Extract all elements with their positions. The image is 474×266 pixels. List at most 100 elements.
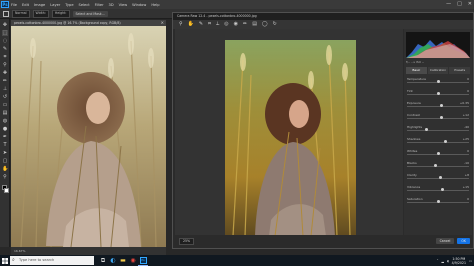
move-tool-icon[interactable]: ✥ <box>2 22 8 28</box>
straighten-tool-icon[interactable]: ⟂ <box>216 20 219 29</box>
menu-image[interactable]: Image <box>34 3 45 7</box>
zoom-select[interactable]: 25% <box>179 237 195 245</box>
menu-filter[interactable]: Filter <box>95 3 104 7</box>
tab-calibration[interactable]: Calibration <box>427 67 449 74</box>
slider-thumb[interactable] <box>438 176 442 179</box>
brush-tool-icon[interactable]: ✏ <box>243 20 247 29</box>
slider-track[interactable] <box>407 142 469 143</box>
menu-file[interactable]: File <box>11 3 17 7</box>
pen-tool-icon[interactable]: ✒ <box>2 134 8 140</box>
crop-tool-icon[interactable]: ⌗ <box>2 54 8 60</box>
background-color-swatch[interactable] <box>4 188 9 193</box>
slider-thumb[interactable] <box>440 188 444 191</box>
slider-shadows[interactable]: Shadows +25 <box>407 137 469 145</box>
slider-thumb[interactable] <box>436 80 440 83</box>
gradient-tool-icon[interactable]: ▤ <box>2 110 8 116</box>
menu-type[interactable]: Type <box>65 3 73 7</box>
healing-tool-icon[interactable]: ✚ <box>2 70 8 76</box>
notification-icon[interactable]: ▭ <box>469 259 472 263</box>
menu-3d[interactable]: 3D <box>109 3 114 7</box>
chevron-up-icon[interactable]: ˄ <box>437 259 439 263</box>
slider-value[interactable]: -40 <box>464 125 469 129</box>
white-balance-tool-icon[interactable]: ✎ <box>199 20 203 29</box>
marquee-tool-icon[interactable] <box>3 10 9 17</box>
radial-filter-icon[interactable]: ◯ <box>262 20 268 29</box>
slider-value[interactable]: 0 <box>467 77 469 81</box>
tab-presets[interactable]: Presets <box>449 67 471 74</box>
photoshop-taskbar-icon[interactable]: Ps <box>138 255 148 266</box>
slider-value[interactable]: 0 <box>467 89 469 93</box>
close-button[interactable]: ✕ <box>468 1 472 7</box>
volume-icon[interactable]: ◖ <box>447 259 449 263</box>
zoom-tool-icon[interactable]: ⚲ <box>2 174 8 180</box>
slider-track[interactable] <box>407 178 469 179</box>
slider-value[interactable]: +0.35 <box>460 101 469 105</box>
select-and-mask-button[interactable]: Select and Mask... <box>72 10 108 17</box>
graduated-filter-icon[interactable]: ▤ <box>252 20 257 29</box>
slider-thumb[interactable] <box>436 200 440 203</box>
slider-whites[interactable]: Whites 0 <box>407 149 469 157</box>
slider-highlights[interactable]: Highlights -40 <box>407 125 469 133</box>
brush-tool-icon[interactable]: ✏ <box>2 78 8 84</box>
clock[interactable]: 1:50 PM 4/9/2021 <box>452 257 466 265</box>
slider-saturation[interactable]: Saturation 0 <box>407 197 469 205</box>
slider-value[interactable]: -10 <box>464 161 469 165</box>
dodge-tool-icon[interactable]: ● <box>2 126 8 132</box>
red-eye-tool-icon[interactable]: ◉ <box>234 20 238 29</box>
slider-thumb[interactable] <box>433 164 437 167</box>
slider-value[interactable]: +8 <box>465 173 469 177</box>
hand-tool-icon[interactable]: ✋ <box>188 20 194 29</box>
slider-contrast[interactable]: Contrast +12 <box>407 113 469 121</box>
slider-blacks[interactable]: Blacks -10 <box>407 161 469 169</box>
stamp-tool-icon[interactable]: ⊥ <box>2 86 8 92</box>
slider-track[interactable] <box>407 130 469 131</box>
style-select[interactable]: Normal <box>12 9 30 18</box>
slider-vibrance[interactable]: Vibrance +15 <box>407 185 469 193</box>
edge-icon[interactable]: ◐ <box>108 255 118 266</box>
menu-help[interactable]: Help <box>151 3 159 7</box>
document-canvas[interactable] <box>11 26 166 248</box>
slider-track[interactable] <box>407 118 469 119</box>
slider-value[interactable]: +12 <box>463 113 469 117</box>
slider-clarity[interactable]: Clarity +8 <box>407 173 469 181</box>
shape-tool-icon[interactable]: ▢ <box>2 158 8 164</box>
slider-thumb[interactable] <box>436 92 440 95</box>
slider-temperature[interactable]: Temperature 0 <box>407 77 469 85</box>
slider-track[interactable] <box>407 106 469 107</box>
ok-button[interactable]: OK <box>457 238 470 244</box>
slider-value[interactable]: +25 <box>463 137 469 141</box>
crop-tool-icon[interactable]: ⌗ <box>208 20 211 29</box>
eraser-tool-icon[interactable]: ▭ <box>2 102 8 108</box>
slider-track[interactable] <box>407 166 469 167</box>
slider-thumb[interactable] <box>436 152 440 155</box>
menu-select[interactable]: Select <box>79 3 90 7</box>
minimize-button[interactable]: — <box>446 1 451 7</box>
height-field[interactable]: Height: <box>51 9 70 18</box>
slider-value[interactable]: +15 <box>463 185 469 189</box>
slider-exposure[interactable]: Exposure +0.35 <box>407 101 469 109</box>
menu-layer[interactable]: Layer <box>50 3 60 7</box>
zoom-tool-icon[interactable]: ⚲ <box>179 20 183 29</box>
menu-view[interactable]: View <box>119 3 128 7</box>
preview-area[interactable] <box>175 29 403 236</box>
path-select-tool-icon[interactable]: ➤ <box>2 150 8 156</box>
menu-window[interactable]: Window <box>132 3 146 7</box>
blur-tool-icon[interactable]: ◍ <box>2 118 8 124</box>
width-field[interactable]: Width: <box>32 9 49 18</box>
spot-removal-tool-icon[interactable]: ◎ <box>224 20 228 29</box>
marquee-tool-icon[interactable]: ⬚ <box>2 30 8 36</box>
quick-select-tool-icon[interactable]: ✎ <box>2 46 8 52</box>
slider-track[interactable] <box>407 190 469 191</box>
history-brush-tool-icon[interactable]: ↺ <box>2 94 8 100</box>
type-tool-icon[interactable]: T <box>2 142 8 148</box>
windows-start-icon[interactable] <box>0 255 10 266</box>
network-icon[interactable]: ▂ <box>442 259 444 263</box>
hand-tool-icon[interactable]: ✋ <box>2 166 8 172</box>
maximize-button[interactable]: □ <box>457 1 462 7</box>
tab-basic[interactable]: Basic <box>406 67 427 74</box>
search-input[interactable]: ⌕ Type here to search <box>10 256 94 265</box>
slider-value[interactable]: 0 <box>467 149 469 153</box>
slider-tint[interactable]: Tint 0 <box>407 89 469 97</box>
lasso-tool-icon[interactable]: ◌ <box>2 38 8 44</box>
rotate-icon[interactable]: ↻ <box>273 20 277 29</box>
